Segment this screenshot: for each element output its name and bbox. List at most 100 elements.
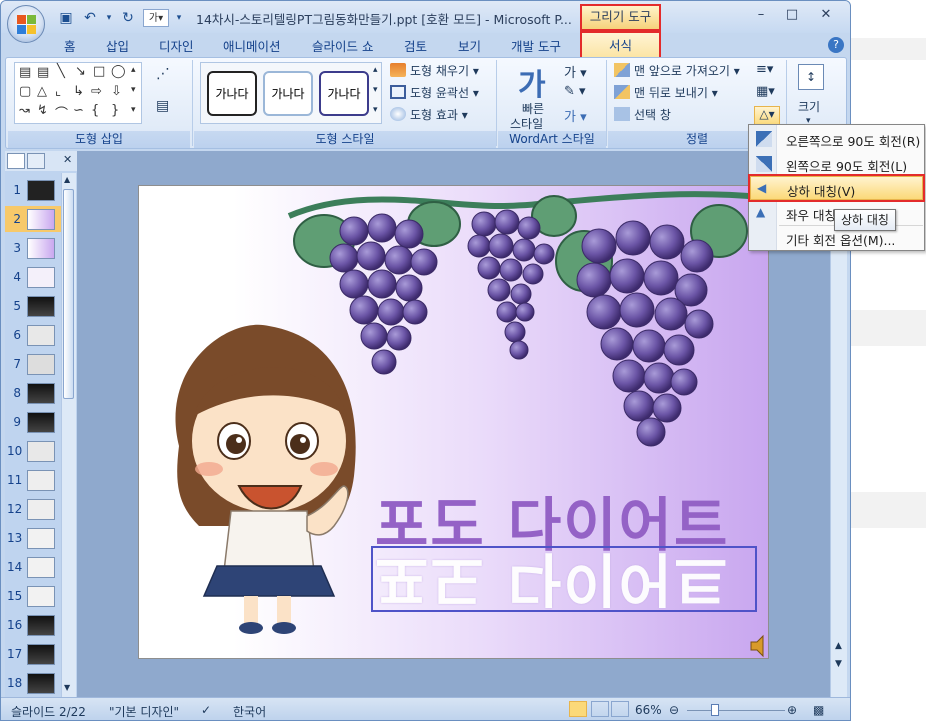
shape-gallery[interactable]: ▤ ▤ ╲ ↘ □ ◯ ▢ △ ⌞ ↳ ⇨ ⇩ ↝ ↯ ⌒ ∽ { } ▴ ▾ … bbox=[14, 62, 142, 124]
rotate-right-90-item[interactable]: 오른쪽으로 90도 회전(R) bbox=[750, 127, 923, 151]
font-button[interactable]: 가▾ bbox=[143, 9, 169, 27]
scroll-thumb[interactable] bbox=[63, 189, 74, 399]
thumbnail-row[interactable]: 16 bbox=[5, 612, 61, 638]
style-gallery-more-icon[interactable]: ▾ bbox=[373, 105, 378, 115]
thumbnail-row[interactable]: 14 bbox=[5, 554, 61, 580]
vertical-textbox-icon[interactable]: ▤ bbox=[37, 65, 49, 80]
brace-left-icon[interactable]: { bbox=[91, 103, 99, 118]
office-button[interactable] bbox=[7, 5, 45, 43]
arrow-line-icon[interactable]: ↘ bbox=[75, 64, 86, 79]
brace-right-icon[interactable]: } bbox=[111, 103, 119, 118]
close-button[interactable]: ✕ bbox=[811, 5, 841, 25]
gallery-down-icon[interactable]: ▾ bbox=[131, 85, 136, 95]
shape-fill-button[interactable]: 도형 채우기 ▾ bbox=[390, 62, 479, 80]
oval-icon[interactable]: ◯ bbox=[111, 64, 126, 79]
sorter-view-icon[interactable] bbox=[591, 701, 609, 717]
thumbnail-row[interactable]: 4 bbox=[5, 264, 61, 290]
zoom-in-icon[interactable]: ⊕ bbox=[787, 703, 797, 717]
slideshow-view-icon[interactable] bbox=[611, 701, 629, 717]
zoom-slider-track[interactable] bbox=[687, 710, 785, 711]
current-slide[interactable]: 포도 다이어트 포도 다이어트 bbox=[138, 185, 769, 659]
group-icon[interactable]: ▦▾ bbox=[756, 84, 775, 99]
help-icon[interactable]: ? bbox=[828, 37, 844, 53]
down-arrow-icon[interactable]: ⇩ bbox=[111, 84, 122, 99]
slides-tab-icon[interactable] bbox=[7, 153, 25, 169]
thumbnail-row[interactable]: 7 bbox=[5, 351, 61, 377]
scroll-up-icon[interactable]: ▲ bbox=[64, 175, 70, 184]
thumbnail-row[interactable]: 8 bbox=[5, 380, 61, 406]
thumbnail-row-selected[interactable]: 2 bbox=[5, 206, 61, 232]
bring-to-front-button[interactable]: 맨 앞으로 가져오기 ▾ bbox=[614, 62, 740, 80]
style-gallery-up-icon[interactable]: ▴ bbox=[373, 65, 378, 75]
thumbnails-scrollbar[interactable]: ▲ ▼ bbox=[61, 173, 76, 697]
arc-icon[interactable]: ⌒ bbox=[55, 103, 68, 122]
thumbnail-row[interactable]: 17 bbox=[5, 641, 61, 667]
tab-format[interactable]: 서식 bbox=[580, 31, 661, 60]
curve-icon[interactable]: ∽ bbox=[73, 103, 84, 118]
thumbnail-row[interactable]: 5 bbox=[5, 293, 61, 319]
thumbnail-row[interactable]: 15 bbox=[5, 583, 61, 609]
zoom-level[interactable]: 66% bbox=[635, 703, 662, 717]
tab-slideshow[interactable]: 슬라이드 쇼 bbox=[312, 36, 373, 57]
rectangle-icon[interactable]: □ bbox=[93, 64, 105, 79]
line-icon[interactable]: ╲ bbox=[57, 64, 65, 79]
fit-to-window-icon[interactable]: ▩ bbox=[813, 703, 824, 717]
elbow-arrow-icon[interactable]: ↳ bbox=[73, 84, 84, 99]
tab-animations[interactable]: 애니메이션 bbox=[223, 36, 281, 57]
rounded-rect-icon[interactable]: ▢ bbox=[19, 84, 31, 99]
tab-view[interactable]: 보기 bbox=[458, 36, 481, 57]
rotate-left-90-item[interactable]: 왼쪽으로 90도 회전(L) bbox=[750, 152, 923, 176]
style-sample-2[interactable]: 가나다 bbox=[263, 71, 313, 116]
gallery-up-icon[interactable]: ▴ bbox=[131, 65, 136, 75]
rotate-button[interactable]: △▾ bbox=[754, 106, 780, 126]
tab-home[interactable]: 홈 bbox=[64, 36, 76, 57]
maximize-button[interactable]: □ bbox=[777, 5, 807, 25]
right-arrow-icon[interactable]: ⇨ bbox=[91, 84, 102, 99]
edit-shape-icon[interactable]: ⋰ bbox=[156, 66, 170, 82]
undo-dropdown-icon[interactable]: ▾ bbox=[105, 9, 113, 27]
prev-slide-icon[interactable]: ▲ bbox=[835, 641, 842, 651]
style-sample-1[interactable]: 가나다 bbox=[207, 71, 257, 116]
size-button[interactable]: ↕ 크기 ▾ bbox=[792, 62, 832, 130]
quick-styles-button[interactable]: 가 빠른 스타일 bbox=[508, 60, 560, 131]
style-gallery-down-icon[interactable]: ▾ bbox=[373, 85, 378, 95]
tab-design[interactable]: 디자인 bbox=[159, 36, 194, 57]
customize-qat-icon[interactable]: ▾ bbox=[175, 9, 183, 27]
style-sample-3[interactable]: 가나다 bbox=[319, 71, 369, 116]
close-pane-icon[interactable]: ✕ bbox=[63, 153, 72, 166]
freeform-icon[interactable]: ↝ bbox=[19, 103, 30, 118]
elbow-connector-icon[interactable]: ⌞ bbox=[55, 84, 61, 99]
thumbnail-row[interactable]: 10 bbox=[5, 438, 61, 464]
text-effects-icon[interactable]: 가 ▾ bbox=[564, 106, 587, 125]
textbox-icon[interactable]: ▤ bbox=[19, 65, 31, 80]
outline-tab-icon[interactable] bbox=[27, 153, 45, 169]
flip-vertical-item[interactable]: ◀ 상하 대칭(V) bbox=[748, 174, 925, 202]
thumbnail-row[interactable]: 13 bbox=[5, 525, 61, 551]
lightning-icon[interactable]: ↯ bbox=[37, 103, 48, 118]
thumbnail-row[interactable]: 3 bbox=[5, 235, 61, 261]
zoom-slider-thumb[interactable] bbox=[711, 704, 719, 716]
shape-outline-button[interactable]: 도형 윤곽선 ▾ bbox=[390, 84, 479, 102]
tab-developer[interactable]: 개발 도구 bbox=[511, 36, 561, 57]
triangle-icon[interactable]: △ bbox=[37, 84, 47, 99]
zoom-out-icon[interactable]: ⊖ bbox=[669, 703, 679, 717]
thumbnail-row[interactable]: 11 bbox=[5, 467, 61, 493]
align-icon[interactable]: ≡▾ bbox=[756, 62, 773, 77]
minimize-button[interactable]: – bbox=[746, 5, 776, 25]
thumbnail-row[interactable]: 6 bbox=[5, 322, 61, 348]
save-icon[interactable]: ▣ bbox=[57, 9, 75, 27]
text-fill-icon[interactable]: 가 ▾ bbox=[564, 62, 587, 81]
selection-pane-button[interactable]: 선택 창 bbox=[614, 106, 671, 124]
textbox-button-icon[interactable]: ▤ bbox=[156, 98, 169, 114]
text-outline-icon[interactable]: ✎ ▾ bbox=[564, 84, 586, 99]
tab-insert[interactable]: 삽입 bbox=[106, 36, 129, 57]
tab-review[interactable]: 검토 bbox=[404, 36, 427, 57]
redo-icon[interactable]: ↻ bbox=[119, 9, 137, 27]
thumbnail-row[interactable]: 9 bbox=[5, 409, 61, 435]
thumbnail-row[interactable]: 12 bbox=[5, 496, 61, 522]
gallery-more-icon[interactable]: ▾ bbox=[131, 105, 136, 115]
wordart-flipped-selected[interactable]: 포도 다이어트 bbox=[371, 546, 757, 612]
spelling-check-icon[interactable]: ✓ bbox=[201, 703, 211, 717]
thumbnail-row[interactable]: 18 bbox=[5, 670, 61, 696]
scroll-down-icon[interactable]: ▼ bbox=[64, 683, 70, 692]
